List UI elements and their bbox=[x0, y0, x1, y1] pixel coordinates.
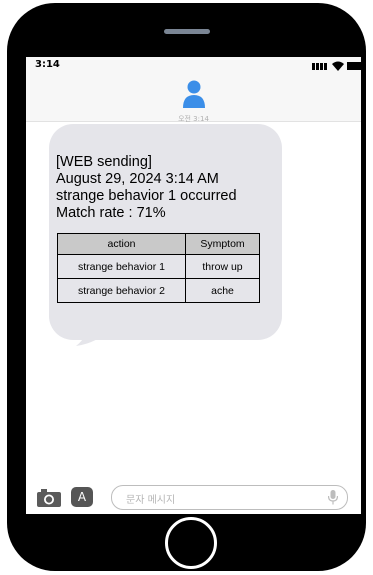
message-line: [WEB sending] bbox=[56, 154, 152, 170]
message-line: August 29, 2024 3:14 AM bbox=[56, 171, 219, 187]
app-store-icon[interactable]: A bbox=[71, 487, 93, 507]
battery-icon bbox=[347, 62, 361, 70]
message-timestamp: 오전 3:14 bbox=[178, 115, 209, 123]
message-line: strange behavior 1 occurred bbox=[56, 188, 237, 204]
table-cell: ache bbox=[185, 278, 260, 303]
camera-icon[interactable] bbox=[37, 489, 61, 507]
column-header-action: action bbox=[57, 233, 186, 255]
status-time: 3:14 bbox=[35, 59, 60, 70]
table-row: strange behavior 1 throw up bbox=[57, 254, 260, 279]
table-cell: throw up bbox=[185, 254, 260, 279]
table-cell: strange behavior 2 bbox=[57, 278, 186, 303]
message-line: Match rate : 71% bbox=[56, 205, 166, 221]
column-header-symptom: Symptom bbox=[185, 233, 260, 255]
avatar-icon[interactable] bbox=[183, 77, 205, 109]
symptom-table: action Symptom strange behavior 1 throw … bbox=[57, 233, 260, 303]
message-input[interactable]: 문자 메시지 bbox=[111, 485, 348, 510]
table-row: strange behavior 2 ache bbox=[57, 278, 260, 303]
table-header-row: action Symptom bbox=[57, 233, 260, 255]
microphone-icon[interactable] bbox=[328, 490, 338, 505]
speaker-grill bbox=[164, 29, 210, 34]
screen: 3:14 오전 3:14 [WEB sending] August 29, 20… bbox=[26, 57, 361, 514]
message-input-placeholder: 문자 메시지 bbox=[126, 495, 176, 506]
home-button[interactable] bbox=[165, 517, 217, 569]
message-bubble: [WEB sending] August 29, 2024 3:14 AM st… bbox=[49, 124, 282, 340]
message-text: [WEB sending] August 29, 2024 3:14 AM st… bbox=[56, 154, 237, 222]
wifi-icon bbox=[332, 61, 344, 71]
table-cell: strange behavior 1 bbox=[57, 254, 186, 279]
composer-bar: A 문자 메시지 bbox=[26, 480, 361, 514]
signal-icon bbox=[312, 63, 328, 70]
status-bar: 3:14 bbox=[26, 57, 361, 77]
